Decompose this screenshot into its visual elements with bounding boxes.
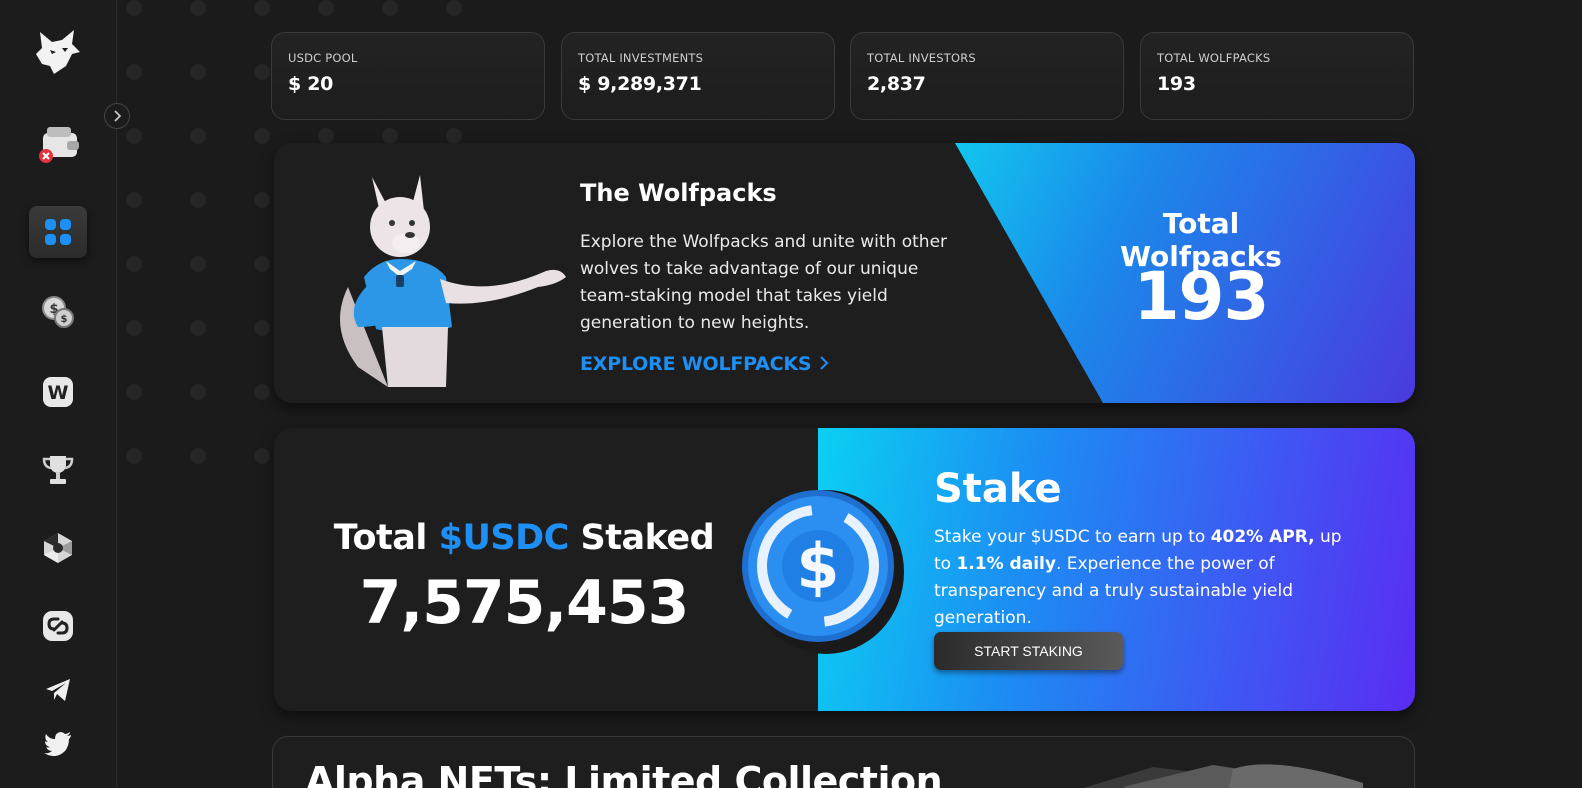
total-staked-accent: $USDC <box>438 518 570 558</box>
background-dot <box>254 384 270 400</box>
wolf-mascot-image <box>340 175 566 387</box>
total-staked-label: Total $USDC Staked <box>274 518 774 558</box>
background-dot <box>254 0 270 16</box>
background-dot <box>126 128 142 144</box>
nft-cards-image <box>1083 764 1363 788</box>
svg-text:W: W <box>48 382 69 404</box>
background-dot <box>254 320 270 336</box>
explore-wolfpacks-label: EXPLORE WOLFPACKS <box>580 353 812 375</box>
background-dot <box>190 448 206 464</box>
background-dot <box>318 128 334 144</box>
total-wolfpacks-value: 193 <box>1133 258 1270 335</box>
alpha-nfts-card: Alpha NFTs: Limited Collection <box>272 736 1415 788</box>
start-staking-button[interactable]: START STAKING <box>934 632 1123 670</box>
chevron-right-icon <box>114 110 122 122</box>
total-staked-suffix: Staked <box>580 518 715 558</box>
usdc-coin-icon: $ <box>742 490 904 654</box>
explore-wolfpacks-link[interactable]: EXPLORE WOLFPACKS <box>580 353 830 375</box>
background-dot <box>190 64 206 80</box>
stat-value: $ 20 <box>288 73 334 95</box>
background-dot <box>190 192 206 208</box>
stat-label: USDC POOL <box>288 51 358 65</box>
background-dot <box>126 192 142 208</box>
stat-value: $ 9,289,371 <box>578 73 702 95</box>
background-dot <box>382 128 398 144</box>
stat-card-total-wolfpacks: TOTAL WOLFPACKS 193 <box>1140 32 1414 120</box>
cube-icon[interactable] <box>29 522 87 574</box>
background-dot <box>190 320 206 336</box>
twitter-icon[interactable] <box>29 718 87 770</box>
wolfpacks-title: The Wolfpacks <box>580 179 777 207</box>
stat-label: TOTAL INVESTMENTS <box>578 51 704 65</box>
wolfpacks-description: Explore the Wolfpacks and unite with oth… <box>580 232 948 333</box>
background-dot <box>382 0 398 16</box>
wallet-icon[interactable] <box>29 116 87 168</box>
background-dot <box>254 128 270 144</box>
stake-description: Stake your $USDC to earn up to 402% APR,… <box>934 524 1364 632</box>
background-dot <box>254 192 270 208</box>
stat-label: TOTAL INVESTORS <box>867 51 976 65</box>
background-dot <box>318 0 334 16</box>
stat-value: 2,837 <box>867 73 926 95</box>
sidebar-collapse-button[interactable] <box>104 103 130 129</box>
background-dot <box>126 320 142 336</box>
stat-card-total-investors: TOTAL INVESTORS 2,837 <box>850 32 1124 120</box>
background-dot <box>254 64 270 80</box>
trophy-icon[interactable] <box>29 444 87 496</box>
sidebar: $ $ W <box>0 0 117 788</box>
background-dot <box>126 64 142 80</box>
wolfpacks-w-icon[interactable]: W <box>29 366 87 418</box>
svg-text:$: $ <box>796 530 839 603</box>
link-icon[interactable] <box>29 600 87 652</box>
stake-card: Total $USDC Staked 7,575,453 $ Stake Sta… <box>274 428 1415 711</box>
svg-text:$: $ <box>61 314 68 325</box>
stake-desc-apr: 402% APR, <box>1210 527 1315 547</box>
background-dot <box>126 256 142 272</box>
alpha-nfts-title: Alpha NFTs: Limited Collection <box>305 759 943 788</box>
background-dot <box>126 448 142 464</box>
wolf-logo-icon[interactable] <box>29 26 87 78</box>
telegram-icon[interactable] <box>29 664 87 716</box>
background-dot <box>446 128 462 144</box>
total-staked-value: 7,575,453 <box>359 568 690 638</box>
background-dot <box>254 256 270 272</box>
stat-card-total-investments: TOTAL INVESTMENTS $ 9,289,371 <box>561 32 835 120</box>
background-dot <box>446 0 462 16</box>
stake-desc-part: Stake your $USDC to earn up to <box>934 527 1211 547</box>
background-dot <box>126 384 142 400</box>
background-dot <box>190 128 206 144</box>
coins-icon[interactable]: $ $ <box>29 286 87 338</box>
background-dot <box>190 256 206 272</box>
stat-value: 193 <box>1157 73 1196 95</box>
stake-desc-daily: 1.1% daily <box>956 554 1056 574</box>
background-dot <box>126 0 142 16</box>
background-dot <box>190 384 206 400</box>
stat-label: TOTAL WOLFPACKS <box>1157 51 1271 65</box>
background-dot <box>254 448 270 464</box>
chevron-right-icon <box>820 356 829 370</box>
background-dot <box>190 0 206 16</box>
app: $ $ W USDC POOL $ 20 TOTAL INVESTMENTS $… <box>0 0 1582 788</box>
stat-card-usdc-pool: USDC POOL $ 20 <box>271 32 545 120</box>
wolfpacks-card: The Wolfpacks Explore the Wolfpacks and … <box>274 143 1415 403</box>
total-staked-prefix: Total <box>333 518 428 558</box>
stake-title: Stake <box>934 466 1062 512</box>
dashboard-icon[interactable] <box>29 206 87 258</box>
